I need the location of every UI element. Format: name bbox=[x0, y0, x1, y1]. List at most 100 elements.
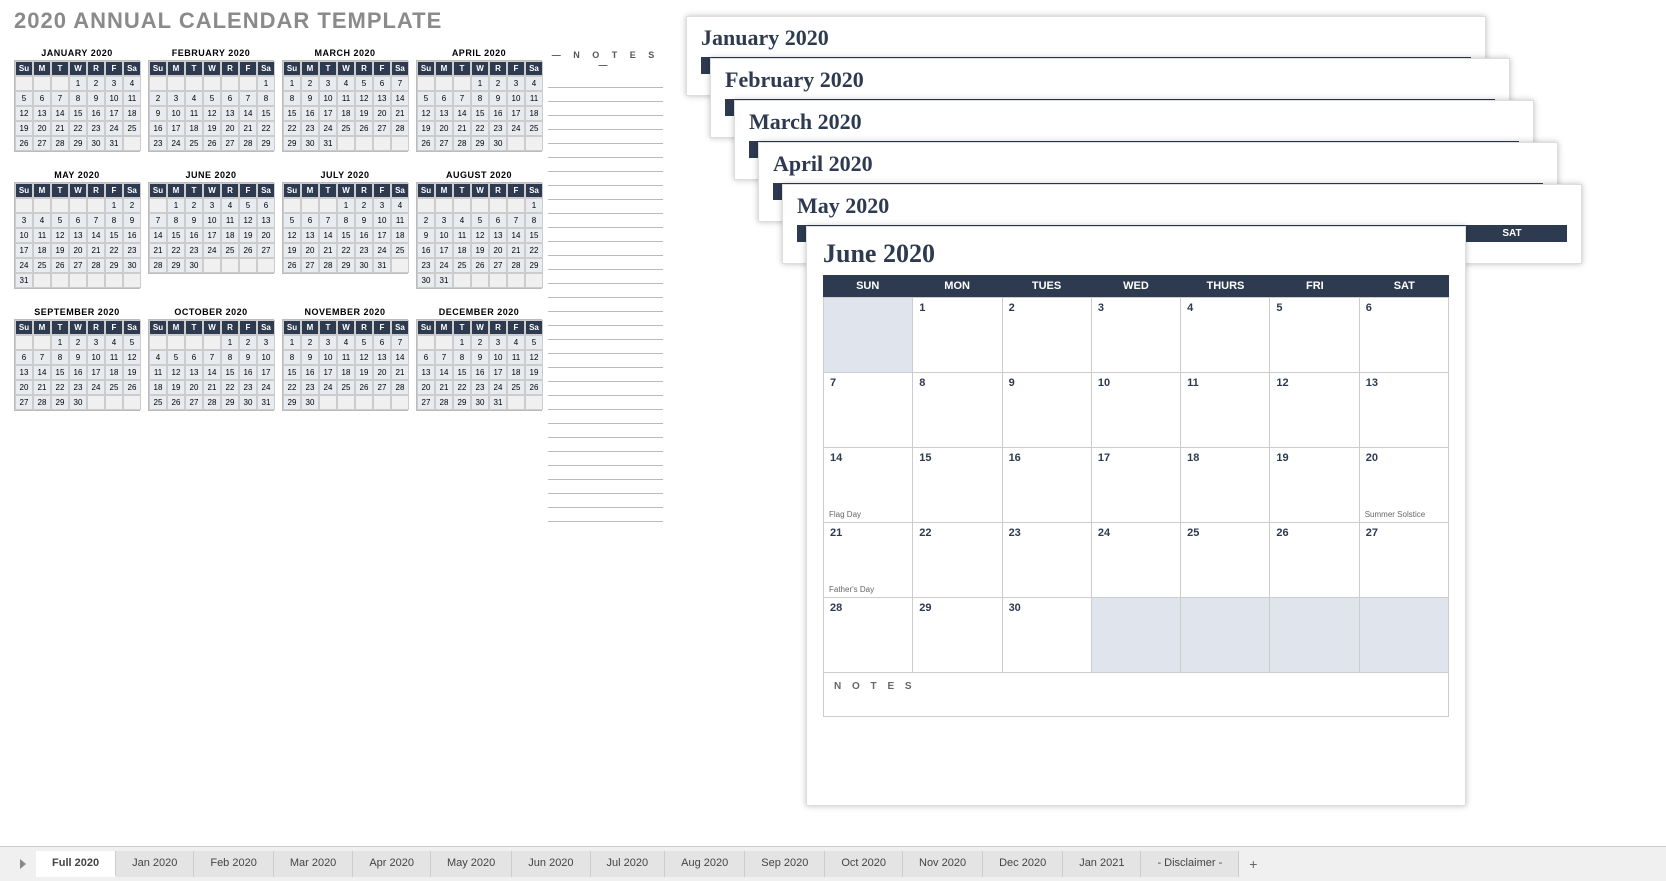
sheet-tab[interactable]: Jul 2020 bbox=[591, 851, 666, 877]
mini-day-header: M bbox=[301, 183, 319, 198]
big-day-cell[interactable]: 23 bbox=[1003, 523, 1092, 598]
mini-day-cell bbox=[105, 273, 123, 288]
big-day-cell[interactable]: 17 bbox=[1092, 448, 1181, 523]
big-day-cell[interactable]: 10 bbox=[1092, 373, 1181, 448]
big-day-cell[interactable]: 25 bbox=[1181, 523, 1270, 598]
big-day-cell[interactable]: 2 bbox=[1003, 298, 1092, 373]
mini-day-cell: 11 bbox=[185, 106, 203, 121]
big-day-cell[interactable]: 22 bbox=[913, 523, 1002, 598]
big-day-cell[interactable]: 30 bbox=[1003, 598, 1092, 673]
notes-line bbox=[548, 494, 663, 508]
sheet-tab[interactable]: Oct 2020 bbox=[825, 851, 903, 877]
sheet-tab[interactable]: Apr 2020 bbox=[353, 851, 431, 877]
big-day-cell[interactable]: 28 bbox=[824, 598, 913, 673]
big-day-cell[interactable]: 12 bbox=[1270, 373, 1359, 448]
mini-day-cell: 30 bbox=[301, 136, 319, 151]
mini-day-cell: 20 bbox=[489, 243, 507, 258]
mini-day-header: W bbox=[471, 183, 489, 198]
notes-line bbox=[548, 270, 663, 284]
mini-day-cell: 14 bbox=[435, 365, 453, 380]
sheet-tab[interactable]: Full 2020 bbox=[36, 851, 116, 877]
mini-day-cell bbox=[123, 273, 141, 288]
big-day-cell[interactable]: 13 bbox=[1360, 373, 1449, 448]
mini-day-cell: 4 bbox=[221, 198, 239, 213]
sheet-tab[interactable]: Dec 2020 bbox=[983, 851, 1063, 877]
big-day-cell[interactable] bbox=[1092, 598, 1181, 673]
big-day-cell[interactable]: 6 bbox=[1360, 298, 1449, 373]
tabs-scroll-icon[interactable] bbox=[20, 859, 26, 869]
big-day-cell[interactable]: 27 bbox=[1360, 523, 1449, 598]
big-notes[interactable]: N O T E S bbox=[823, 673, 1449, 717]
mini-day-cell: 30 bbox=[301, 395, 319, 410]
mini-day-cell: 9 bbox=[489, 91, 507, 106]
mini-day-cell: 9 bbox=[355, 213, 373, 228]
big-day-cell[interactable]: 20Summer Solstice bbox=[1360, 448, 1449, 523]
big-day-cell[interactable]: 21Father's Day bbox=[824, 523, 913, 598]
big-day-cell[interactable]: 18 bbox=[1181, 448, 1270, 523]
sheet-tab[interactable]: - Disclaimer - bbox=[1141, 851, 1239, 877]
mini-day-cell: 8 bbox=[525, 213, 543, 228]
mini-day-cell: 27 bbox=[373, 380, 391, 395]
big-day-cell[interactable] bbox=[1270, 598, 1359, 673]
mini-day-cell bbox=[167, 76, 185, 91]
mini-day-cell: 26 bbox=[355, 121, 373, 136]
mini-day-cell: 23 bbox=[123, 243, 141, 258]
sheet-tab[interactable]: Aug 2020 bbox=[665, 851, 745, 877]
sheet-tab[interactable]: Jan 2020 bbox=[116, 851, 194, 877]
big-day-cell[interactable]: 7 bbox=[824, 373, 913, 448]
notes-line bbox=[548, 424, 663, 438]
mini-day-cell bbox=[239, 76, 257, 91]
mini-day-cell bbox=[203, 258, 221, 273]
big-day-cell[interactable]: 8 bbox=[913, 373, 1002, 448]
big-day-cell[interactable]: 11 bbox=[1181, 373, 1270, 448]
mini-day-cell: 6 bbox=[221, 91, 239, 106]
big-day-cell[interactable]: 26 bbox=[1270, 523, 1359, 598]
big-day-cell[interactable] bbox=[1181, 598, 1270, 673]
big-day-cell[interactable]: 15 bbox=[913, 448, 1002, 523]
mini-title: JANUARY 2020 bbox=[14, 48, 140, 58]
sheet-tab[interactable]: Sep 2020 bbox=[745, 851, 825, 877]
big-day-cell[interactable]: 9 bbox=[1003, 373, 1092, 448]
big-day-cell[interactable]: 1 bbox=[913, 298, 1002, 373]
sheet-tab[interactable]: May 2020 bbox=[431, 851, 512, 877]
mini-day-cell: 29 bbox=[69, 136, 87, 151]
mini-day-cell: 14 bbox=[239, 106, 257, 121]
sheet-tab[interactable]: Jan 2021 bbox=[1063, 851, 1141, 877]
big-day-cell[interactable]: 24 bbox=[1092, 523, 1181, 598]
sheet-tab[interactable]: Feb 2020 bbox=[194, 851, 273, 877]
big-day-cell[interactable]: 14Flag Day bbox=[824, 448, 913, 523]
mini-day-header: F bbox=[239, 61, 257, 76]
mini-day-cell bbox=[337, 395, 355, 410]
big-day-cell[interactable]: 4 bbox=[1181, 298, 1270, 373]
sheet-tab[interactable]: Jun 2020 bbox=[512, 851, 590, 877]
big-day-cell[interactable]: 3 bbox=[1092, 298, 1181, 373]
mini-day-cell: 31 bbox=[435, 273, 453, 288]
mini-day-header: Su bbox=[417, 183, 435, 198]
big-day-cell[interactable] bbox=[824, 298, 913, 373]
mini-calendar: SEPTEMBER 2020SuMTWRFSa12345678910111213… bbox=[14, 307, 140, 411]
big-day-cell[interactable]: 19 bbox=[1270, 448, 1359, 523]
mini-day-cell: 15 bbox=[51, 365, 69, 380]
big-day-cell[interactable] bbox=[1360, 598, 1449, 673]
mini-day-cell: 18 bbox=[507, 365, 525, 380]
mini-day-cell bbox=[391, 136, 409, 151]
sheet-tab[interactable]: Mar 2020 bbox=[274, 851, 353, 877]
mini-day-cell: 12 bbox=[355, 350, 373, 365]
sheet-tab[interactable]: Nov 2020 bbox=[903, 851, 983, 877]
mini-day-cell: 20 bbox=[373, 365, 391, 380]
big-day-cell[interactable]: 5 bbox=[1270, 298, 1359, 373]
mini-day-cell: 2 bbox=[69, 335, 87, 350]
mini-day-header: R bbox=[355, 183, 373, 198]
big-day-cell[interactable]: 16 bbox=[1003, 448, 1092, 523]
add-tab-button[interactable]: + bbox=[1239, 852, 1267, 876]
mini-day-cell: 10 bbox=[435, 228, 453, 243]
mini-day-cell bbox=[167, 335, 185, 350]
mini-day-cell bbox=[33, 198, 51, 213]
mini-day-cell bbox=[373, 395, 391, 410]
big-day-cell[interactable]: 29 bbox=[913, 598, 1002, 673]
mini-day-cell: 2 bbox=[301, 335, 319, 350]
mini-day-header: Su bbox=[149, 320, 167, 335]
mini-day-cell: 23 bbox=[301, 380, 319, 395]
mini-day-header: M bbox=[301, 61, 319, 76]
notes-line bbox=[548, 228, 663, 242]
